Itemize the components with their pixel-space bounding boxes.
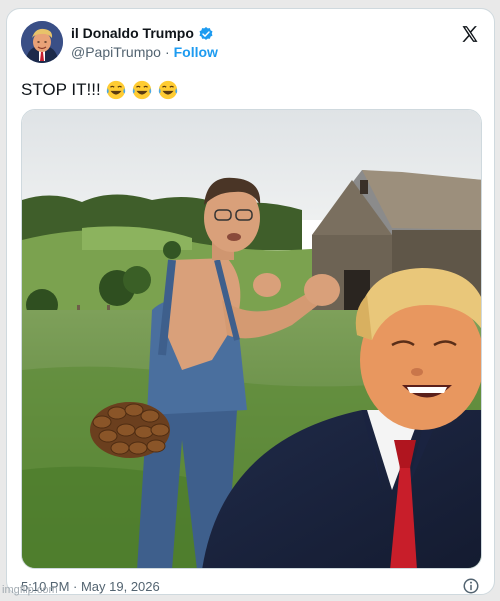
follow-button[interactable]: Follow <box>174 43 218 62</box>
author-name-row: il Donaldo Trumpo <box>71 24 218 43</box>
handle-row: @PapiTrumpo · Follow <box>71 43 218 62</box>
tweet-photo[interactable] <box>21 109 482 569</box>
author-handle[interactable]: @PapiTrumpo <box>71 43 161 62</box>
screenshot-frame: il Donaldo Trumpo @PapiTrumpo · Follow S… <box>0 0 500 601</box>
avatar[interactable] <box>21 21 63 63</box>
tweet-card: il Donaldo Trumpo @PapiTrumpo · Follow S… <box>6 8 495 595</box>
laughing-tears-emoji-icon <box>131 79 153 101</box>
separator-dot: · <box>164 44 170 60</box>
author-block: il Donaldo Trumpo @PapiTrumpo · Follow <box>71 24 218 62</box>
imgflip-watermark: imgflip.com <box>2 584 58 596</box>
display-name[interactable]: il Donaldo Trumpo <box>71 24 194 43</box>
x-logo-icon[interactable] <box>460 24 480 44</box>
info-icon[interactable] <box>462 577 480 594</box>
verified-badge-icon <box>198 26 214 42</box>
laughing-tears-emoji-icon <box>157 79 179 101</box>
tweet-text: STOP IT!!! <box>21 79 179 101</box>
laughing-tears-emoji-icon <box>105 79 127 101</box>
tweet-body: STOP IT!!! <box>21 80 101 99</box>
